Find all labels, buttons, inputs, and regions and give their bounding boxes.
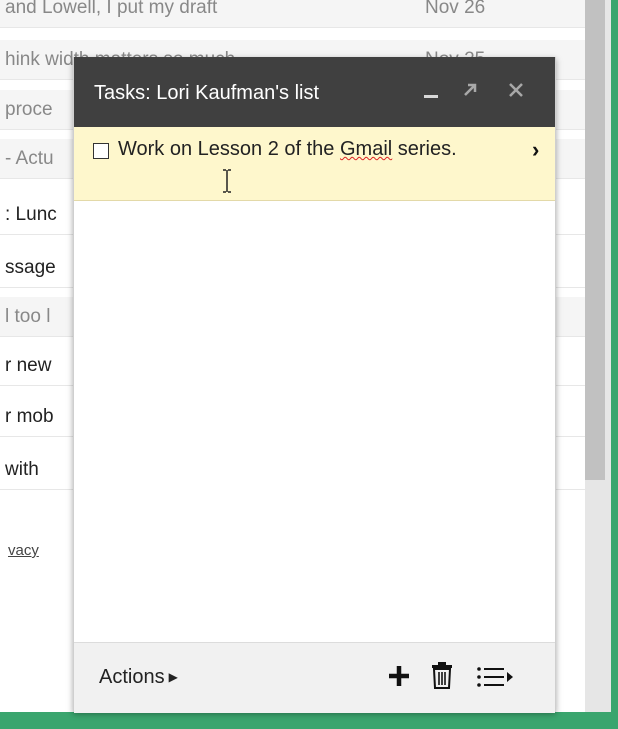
email-date: Nov 26 <box>425 0 486 18</box>
minimize-icon[interactable] <box>417 76 445 104</box>
actions-label: Actions <box>99 666 165 688</box>
task-text-part: series. <box>392 138 457 160</box>
task-text-misspelled: Gmail <box>339 138 393 160</box>
popout-arrow-icon[interactable] <box>456 76 484 104</box>
email-snippet: and Lowell, I put my draft <box>5 0 218 18</box>
task-text[interactable]: Work on Lesson 2 of the Gmail series. <box>118 137 498 161</box>
email-snippet: r mob <box>5 406 54 427</box>
tasks-header: Tasks: Lori Kaufman's list <box>74 57 555 127</box>
task-item[interactable]: Work on Lesson 2 of the Gmail series. › <box>74 127 555 201</box>
tasks-footer: Actions ▶ <box>74 642 555 713</box>
task-checkbox[interactable] <box>93 143 109 159</box>
triangle-right-icon: ▶ <box>168 670 178 684</box>
tasks-title: Tasks: Lori Kaufman's list <box>94 82 320 104</box>
scrollbar-thumb[interactable] <box>585 0 605 480</box>
task-text-part: Work on Lesson 2 of the <box>118 138 340 160</box>
plus-icon[interactable] <box>386 663 412 689</box>
email-snippet: ssage <box>5 257 56 278</box>
email-row[interactable]: and Lowell, I put my draft Nov 26 <box>0 0 585 28</box>
privacy-link[interactable]: vacy <box>8 542 39 559</box>
tasks-popup: Tasks: Lori Kaufman's list Work on Lesso… <box>73 57 556 713</box>
actions-menu-button[interactable]: Actions ▶ <box>99 666 178 689</box>
gmail-canvas: and Lowell, I put my draft Nov 26 hink w… <box>0 0 611 713</box>
close-icon[interactable] <box>502 76 530 104</box>
task-details-chevron-icon[interactable]: › <box>532 137 539 163</box>
list-menu-icon[interactable] <box>476 664 516 690</box>
trash-icon[interactable] <box>430 661 454 689</box>
email-snippet: with <box>5 459 39 480</box>
text-cursor-icon <box>223 169 231 193</box>
email-snippet: l too l <box>5 306 51 327</box>
email-snippet: r new <box>5 355 52 376</box>
email-snippet: : Lunc <box>5 204 57 225</box>
email-snippet: - Actu <box>5 148 54 169</box>
email-snippet: proce <box>5 99 53 120</box>
